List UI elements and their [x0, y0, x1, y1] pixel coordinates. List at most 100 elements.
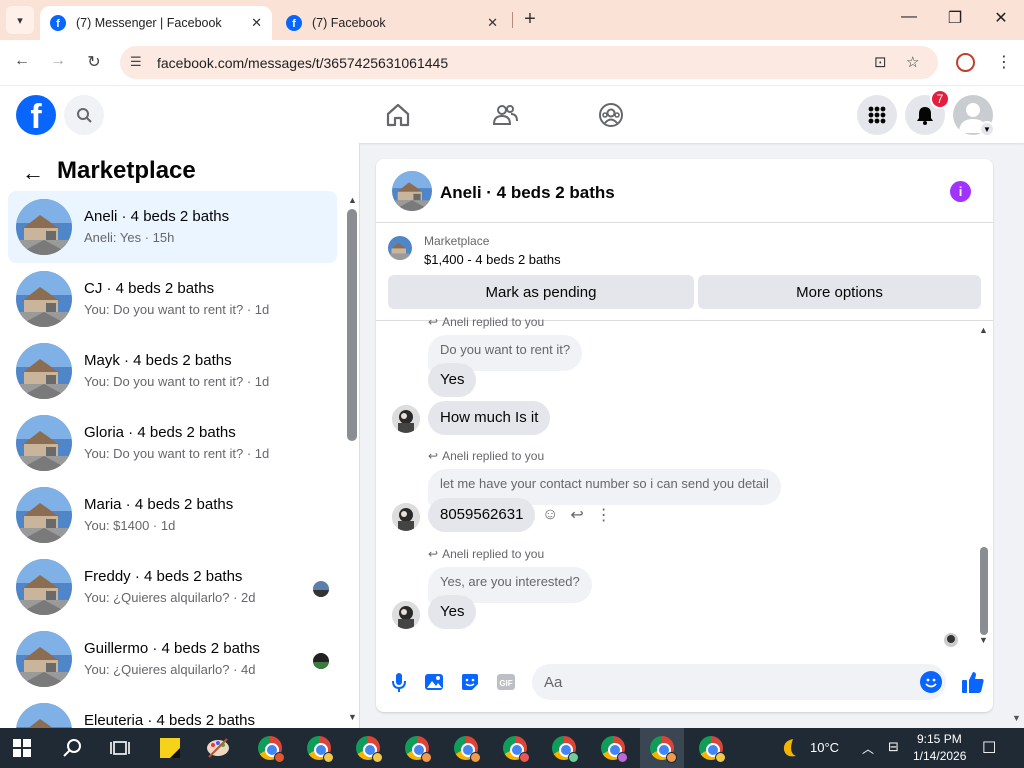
conversation-item[interactable]: Mayk · 4 beds 2 baths You: Do you want t… — [8, 335, 337, 407]
conversation-item[interactable]: Aneli · 4 beds 2 baths Aneli: Yes · 15h — [8, 191, 337, 263]
chrome-icon — [552, 736, 579, 763]
message-bubble[interactable]: 8059562631 — [428, 498, 536, 532]
chrome-profile-2[interactable] — [297, 728, 341, 768]
friends-icon[interactable] — [492, 102, 518, 128]
back-button[interactable]: ← — [10, 52, 34, 70]
conversation-item[interactable]: Eleuteria · 4 beds 2 baths — [8, 695, 337, 728]
menu-grid-icon — [868, 106, 886, 124]
marketplace-conversation-list: ← Marketplace Aneli · 4 beds 2 baths Ane… — [0, 143, 360, 728]
chat-header: Aneli · 4 beds 2 baths i — [376, 159, 993, 223]
browser-menu-icon[interactable]: ⋮ — [996, 52, 1012, 72]
conversation-item[interactable]: Freddy · 4 beds 2 baths You: ¿Quieres al… — [8, 551, 337, 623]
reply-icon[interactable]: ↩ — [570, 505, 583, 525]
scroll-up-arrow[interactable]: ▲ — [979, 325, 988, 335]
microphone-icon[interactable] — [388, 671, 410, 693]
chrome-profile-6[interactable] — [493, 728, 537, 768]
address-bar[interactable]: ☰ facebook.com/messages/t/36574256310614… — [120, 46, 938, 79]
clock-date[interactable]: 1/14/2026 — [913, 749, 966, 763]
install-app-icon[interactable]: ⊡ — [874, 53, 887, 71]
paint-app[interactable] — [196, 728, 240, 768]
sticky-notes-app[interactable] — [148, 728, 192, 768]
window-close-button[interactable]: ✕ — [986, 8, 1016, 28]
info-icon[interactable]: i — [950, 181, 971, 202]
more-vertical-icon[interactable]: ⋮ — [596, 505, 612, 525]
scroll-down-arrow[interactable]: ▼ — [348, 712, 357, 722]
chrome-profile-10[interactable] — [689, 728, 733, 768]
conversation-item[interactable]: Maria · 4 beds 2 baths You: $1400 · 1d — [8, 479, 337, 551]
page-scroll-down-arrow[interactable]: ▼ — [1012, 713, 1021, 723]
chat-scrollbar[interactable] — [980, 547, 988, 635]
tab-close-icon[interactable]: ✕ — [487, 15, 498, 31]
site-info-icon[interactable]: ☰ — [130, 54, 142, 70]
clock-time[interactable]: 9:15 PM — [917, 732, 962, 746]
start-button[interactable] — [0, 728, 44, 768]
sender-avatar[interactable] — [392, 601, 420, 629]
chrome-profile-4[interactable] — [395, 728, 439, 768]
house-thumbnail[interactable] — [392, 171, 432, 211]
chevron-down-icon[interactable]: ▼ — [979, 121, 995, 137]
chrome-profile-3[interactable] — [346, 728, 390, 768]
chrome-icon — [699, 736, 726, 763]
more-options-button[interactable]: More options — [698, 275, 981, 309]
scroll-up-arrow[interactable]: ▲ — [348, 195, 357, 205]
task-view-icon — [110, 741, 130, 755]
conversation-item[interactable]: CJ · 4 beds 2 baths You: Do you want to … — [8, 263, 337, 335]
reload-button[interactable]: ↻ — [82, 52, 106, 72]
menu-button[interactable] — [857, 95, 897, 135]
chrome-profile-5[interactable] — [444, 728, 488, 768]
conversation-snippet: You: ¿Quieres alquilarlo? · 2d — [84, 590, 256, 605]
back-arrow-icon[interactable]: ← — [22, 160, 44, 186]
chrome-profile-7[interactable] — [542, 728, 586, 768]
conversation-item[interactable]: Guillermo · 4 beds 2 baths You: ¿Quieres… — [8, 623, 337, 695]
tab-close-icon[interactable]: ✕ — [251, 15, 262, 31]
sender-avatar[interactable] — [392, 405, 420, 433]
listing-price[interactable]: $1,400 - 4 beds 2 baths — [424, 252, 561, 267]
sender-avatar[interactable] — [392, 503, 420, 531]
home-icon[interactable] — [385, 102, 411, 128]
chrome-icon — [454, 736, 481, 763]
listing-thumbnail[interactable] — [388, 236, 412, 260]
facebook-logo-icon[interactable]: f — [16, 95, 56, 135]
message-input[interactable] — [532, 664, 946, 700]
house-thumbnail — [16, 199, 72, 255]
photo-icon[interactable] — [423, 671, 445, 693]
tab-facebook[interactable]: f (7) Facebook ✕ — [276, 6, 508, 40]
restore-button[interactable]: ❐ — [940, 8, 970, 28]
forward-button[interactable]: → — [46, 52, 70, 70]
gif-icon[interactable]: GIF — [495, 671, 517, 693]
conversation-name: Mayk · 4 beds 2 baths — [84, 352, 232, 369]
minimize-button[interactable]: — — [894, 8, 924, 26]
mark-as-pending-button[interactable]: Mark as pending — [388, 275, 694, 309]
emoji-icon[interactable] — [920, 671, 942, 693]
task-view-button[interactable] — [98, 728, 142, 768]
tray-chevron-up-icon[interactable]: ︿ — [862, 740, 874, 757]
message-bubble[interactable]: How much Is it — [428, 401, 551, 435]
conversation-item[interactable]: Gloria · 4 beds 2 baths You: Do you want… — [8, 407, 337, 479]
react-emoji-icon[interactable]: ☺ — [542, 506, 558, 524]
tab-messenger[interactable]: f (7) Messenger | Facebook ✕ — [40, 6, 272, 40]
browser-toolbar: ← → ↻ ☰ facebook.com/messages/t/36574256… — [0, 40, 1024, 86]
thumbs-up-icon[interactable] — [960, 669, 986, 695]
chrome-profile-9-active[interactable] — [640, 728, 684, 768]
bookmark-star-icon[interactable]: ☆ — [906, 53, 919, 71]
groups-icon[interactable] — [598, 102, 624, 128]
message-composer: GIF — [376, 659, 993, 707]
network-icon[interactable]: ⊟ — [888, 739, 899, 755]
chat-title[interactable]: Aneli · 4 beds 2 baths — [440, 183, 615, 203]
chrome-profile-1[interactable] — [248, 728, 292, 768]
weather-widget[interactable] — [768, 728, 812, 768]
sidebar-scrollbar[interactable] — [347, 209, 357, 441]
listing-label: Marketplace — [424, 234, 490, 248]
search-button[interactable] — [64, 95, 104, 135]
chrome-profile-icon[interactable] — [956, 53, 975, 72]
message-thread: ▲ ↩ Aneli replied to you Do you want to r… — [376, 315, 993, 651]
notification-center-icon[interactable]: ☐ — [982, 738, 996, 758]
new-tab-button[interactable]: + — [520, 8, 540, 31]
taskbar-search-button[interactable] — [50, 728, 94, 768]
chrome-profile-8[interactable] — [591, 728, 635, 768]
scroll-down-arrow[interactable]: ▼ — [979, 635, 988, 645]
sticker-icon[interactable] — [459, 671, 481, 693]
message-bubble[interactable]: Yes — [428, 363, 477, 397]
tab-search-dropdown[interactable]: ▾ — [6, 6, 34, 34]
message-bubble[interactable]: Yes — [428, 595, 477, 629]
